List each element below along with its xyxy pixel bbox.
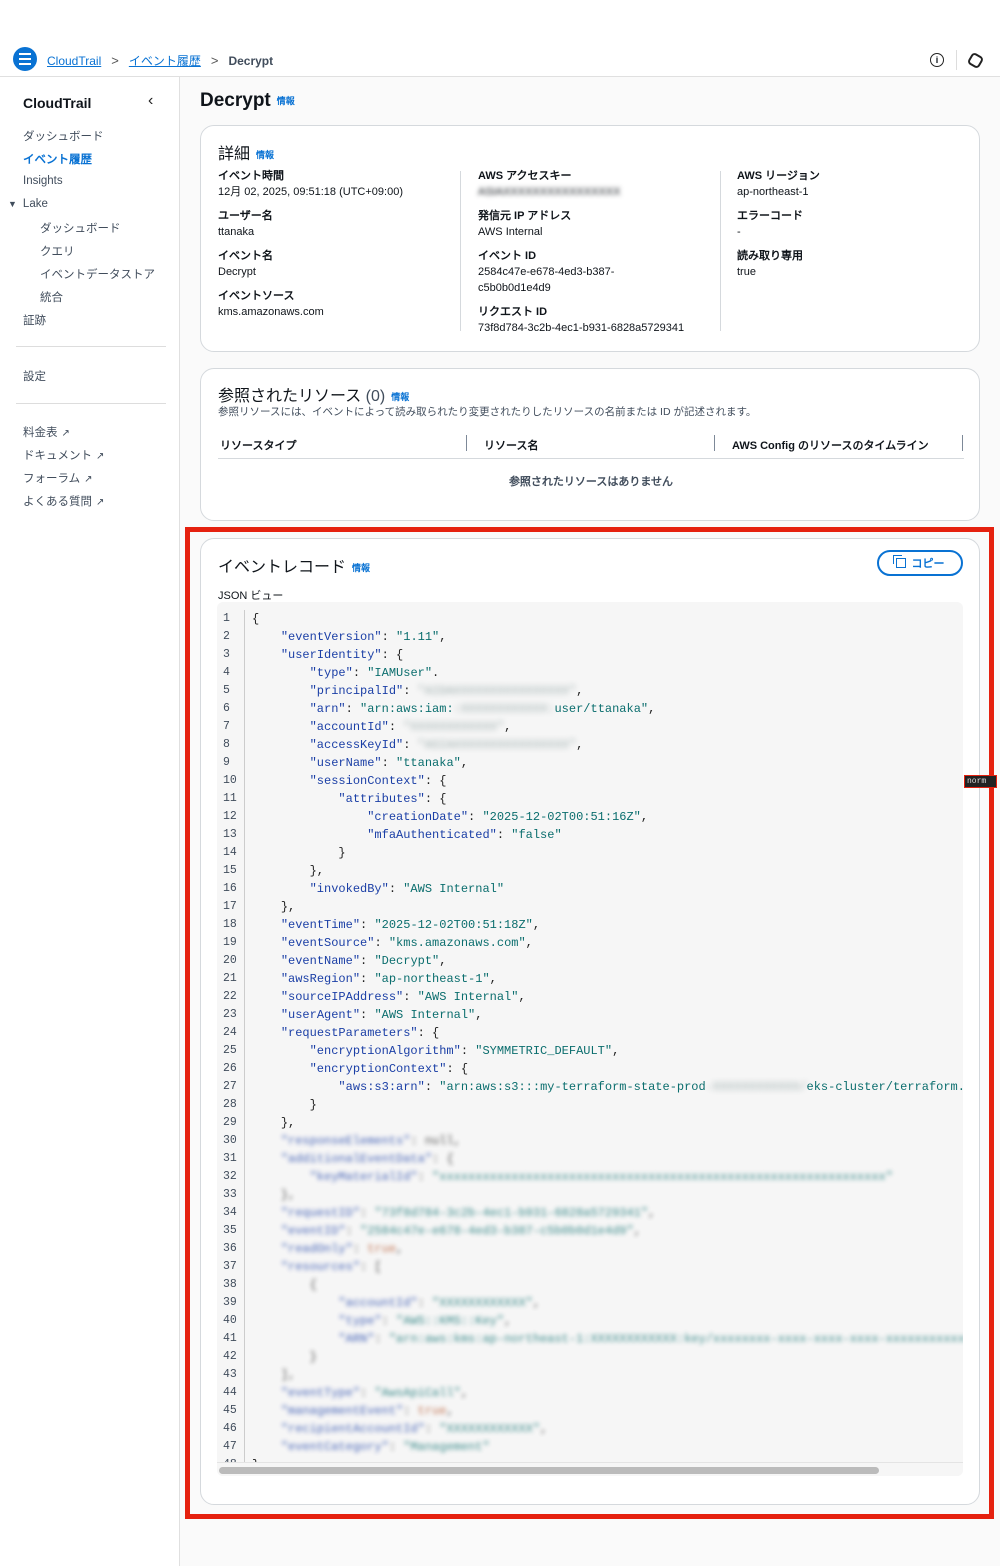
info-link[interactable]: 情報 [277, 96, 295, 106]
sidebar-item-dashboard[interactable]: ダッシュボード [23, 128, 104, 144]
divider [956, 50, 957, 70]
divider [460, 171, 461, 331]
request-id-value: 73f8d784-3c2b-4ec1-b931-6828a5729341 [478, 322, 685, 334]
field-label: 発信元 IP アドレス [478, 210, 572, 222]
empty-state: 参照されたリソースはありません [508, 476, 674, 488]
column-header-config-timeline[interactable]: AWS Config のリソースのタイムライン [732, 437, 929, 453]
chevron-right-icon: > [111, 53, 119, 68]
highlight-box [185, 527, 994, 1519]
username-value: ttanaka [218, 226, 255, 238]
sidebar-item-integrations[interactable]: 統合 [40, 289, 63, 305]
page-title: Decrypt 情報 [200, 90, 295, 112]
sidebar-item-query[interactable]: クエリ [40, 243, 75, 259]
access-key-value: ASIAXXXXXXXXXXXXXXXX [478, 186, 621, 198]
sidebar-item-event-history[interactable]: イベント履歴 [23, 151, 92, 167]
divider [720, 171, 721, 331]
field-label: イベント時間 [218, 170, 284, 182]
notifications-hex-icon[interactable] [966, 51, 985, 69]
divider [16, 346, 166, 347]
field-label: ユーザー名 [218, 210, 273, 222]
resources-table-header: リソースタイプ リソース名 AWS Config のリソースのタイムライン [218, 435, 964, 459]
sidebar-item-event-data-store[interactable]: イベントデータストア [40, 266, 155, 282]
field-label: AWS アクセスキー [478, 170, 572, 182]
event-name-value: Decrypt [218, 266, 256, 278]
details-column-3: AWS リージョン ap-northeast-1 エラーコード - 読み取り専用 tr… [737, 169, 820, 289]
details-column-1: イベント時間 12月 02, 2025, 09:51:18 (UTC+09:00)… [218, 169, 403, 329]
menu-button[interactable] [13, 47, 37, 71]
info-icon[interactable]: i [930, 53, 944, 67]
info-link[interactable]: 情報 [391, 392, 409, 402]
field-label: 読み取り専用 [737, 250, 803, 262]
link-label: 料金表 [23, 427, 58, 439]
event-id-value-cont: c5b0b0d1e4d9 [478, 282, 551, 294]
event-source-value: kms.amazonaws.com [218, 306, 324, 318]
error-code-value: - [737, 226, 741, 238]
link-label: ドキュメント [23, 450, 92, 462]
sidebar-link-forum[interactable]: フォーラム ↗ [23, 470, 93, 486]
breadcrumb-cloudtrail[interactable]: CloudTrail [47, 54, 101, 68]
column-resizer[interactable] [714, 435, 715, 451]
divider [16, 403, 166, 404]
source-ip-value: AWS Internal [478, 226, 543, 238]
sidebar-item-insights[interactable]: Insights [23, 175, 63, 187]
sidebar-item-trails[interactable]: 証跡 [23, 312, 46, 328]
resources-description: 参照リソースには、イベントによって読み取られたり変更されたりしたリソースの名前ま… [218, 406, 757, 418]
section-title: 詳細 [218, 146, 251, 163]
sidebar-item-label: Lake [22, 198, 48, 210]
section-title: 参照されたリソース [218, 388, 362, 405]
referenced-resources-card: 参照されたリソース (0) 情報 参照リソースには、イベントによって読み取られたり… [200, 368, 980, 521]
column-resizer[interactable] [962, 435, 963, 451]
link-label: よくある質問 [23, 496, 92, 508]
details-title: 詳細 情報 [218, 140, 274, 164]
field-label: AWS リージョン [737, 170, 820, 182]
column-header-resource-name[interactable]: リソース名 [484, 437, 538, 453]
sidebar-item-lake-dashboard[interactable]: ダッシュボード [40, 220, 121, 236]
breadcrumb-event-history[interactable]: イベント履歴 [129, 52, 201, 69]
breadcrumb: CloudTrail > イベント履歴 > Decrypt [47, 52, 273, 69]
collapse-sidebar-icon[interactable]: ‹ [148, 92, 153, 110]
external-link-icon: ↗ [96, 497, 105, 508]
sidebar-link-faq[interactable]: よくある質問 ↗ [23, 493, 104, 509]
resource-count: (0) [365, 388, 386, 405]
column-header-resource-type[interactable]: リソースタイプ [220, 437, 296, 453]
resources-title: 参照されたリソース (0) 情報 [218, 382, 409, 406]
field-label: イベント ID [478, 250, 537, 262]
event-id-value: 2584c47e-e678-4ed3-b387- [478, 266, 615, 278]
external-link-icon: ↗ [96, 451, 105, 462]
details-column-2: AWS アクセスキー ASIAXXXXXXXXXXXXXXXX 発信元 IP アド… [478, 169, 684, 345]
field-label: イベント名 [218, 250, 273, 262]
external-link-icon: ↗ [61, 428, 70, 439]
sidebar: CloudTrail ‹ ダッシュボード イベント履歴 Insights ▼ La… [0, 77, 180, 1566]
read-only-value: true [737, 266, 756, 278]
overlay-tag: norm [964, 775, 997, 788]
column-resizer[interactable] [466, 435, 467, 451]
info-link[interactable]: 情報 [256, 150, 274, 160]
breadcrumb-current: Decrypt [228, 53, 274, 68]
sidebar-item-lake[interactable]: ▼ Lake [8, 198, 48, 210]
region-value: ap-northeast-1 [737, 186, 809, 198]
top-navigation: CloudTrail > イベント履歴 > Decrypt i [0, 0, 1000, 77]
event-time-value: 12月 02, 2025, 09:51:18 (UTC+09:00) [218, 186, 403, 198]
field-label: リクエスト ID [478, 306, 548, 318]
link-label: フォーラム [23, 473, 81, 485]
sidebar-link-documentation[interactable]: ドキュメント ↗ [23, 447, 104, 463]
field-label: エラーコード [737, 210, 803, 222]
sidebar-title: CloudTrail [23, 95, 92, 111]
sidebar-item-settings[interactable]: 設定 [23, 368, 46, 384]
chevron-right-icon: > [210, 53, 219, 68]
caret-down-icon: ▼ [8, 199, 17, 209]
field-label: イベントソース [218, 290, 295, 302]
external-link-icon: ↗ [84, 474, 93, 485]
details-card: 詳細 情報 イベント時間 12月 02, 2025, 09:51:18 (UTC+0… [200, 125, 980, 352]
sidebar-link-pricing[interactable]: 料金表 ↗ [23, 424, 70, 440]
page-title-text: Decrypt [200, 90, 271, 111]
